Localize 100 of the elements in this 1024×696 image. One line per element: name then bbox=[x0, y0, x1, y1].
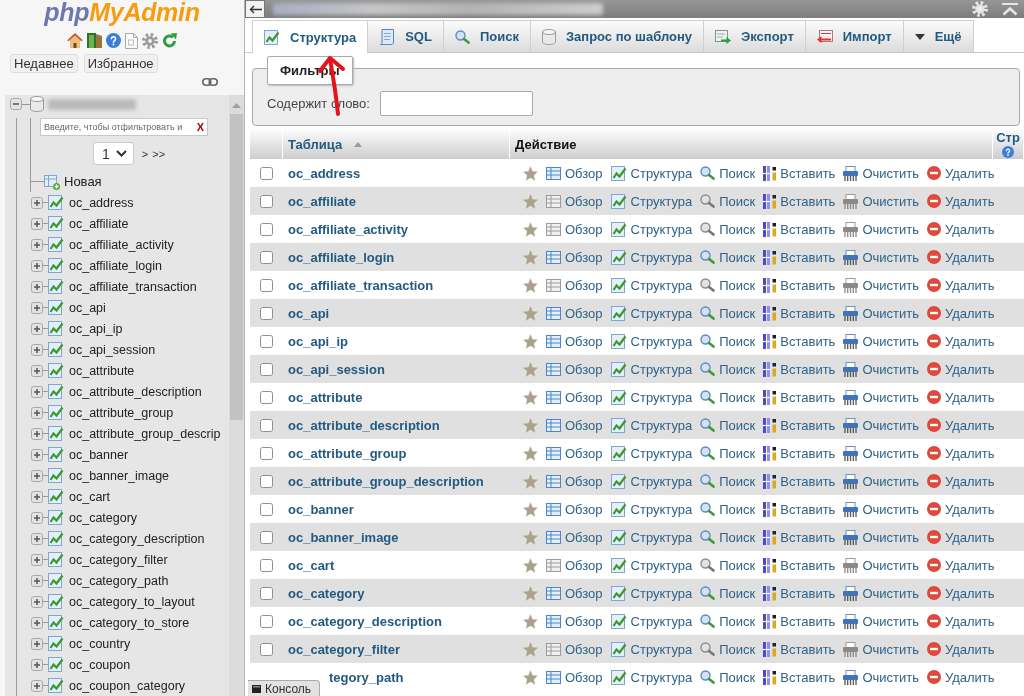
browse-link[interactable]: Обзор bbox=[546, 529, 603, 545]
column-header-link[interactable]: Таблица bbox=[288, 136, 343, 152]
drop-link[interactable]: Удалить bbox=[926, 417, 995, 433]
tree-item[interactable]: oc_address bbox=[69, 195, 134, 210]
table-name-link[interactable]: oc_category bbox=[288, 585, 365, 601]
expand-icon[interactable] bbox=[31, 343, 43, 356]
expand-icon[interactable] bbox=[31, 385, 43, 398]
insert-link[interactable]: Вставить bbox=[763, 613, 836, 629]
table-name-link[interactable]: oc_banner bbox=[288, 501, 354, 517]
browse-link[interactable]: Обзор bbox=[546, 669, 603, 685]
structure-link[interactable]: Структура bbox=[610, 221, 693, 237]
table-name-link[interactable]: oc_cart bbox=[288, 557, 335, 573]
drop-link[interactable]: Удалить bbox=[926, 669, 995, 685]
console-tab[interactable]: Консоль bbox=[248, 680, 321, 696]
tree-item[interactable]: Новая bbox=[64, 174, 102, 189]
drop-link[interactable]: Удалить bbox=[926, 249, 995, 265]
drop-link[interactable]: Удалить bbox=[926, 445, 995, 461]
search-link[interactable]: Поиск bbox=[700, 473, 756, 489]
browse-link[interactable]: Обзор bbox=[546, 641, 603, 657]
back-button[interactable] bbox=[245, 0, 265, 18]
drop-link[interactable]: Удалить bbox=[926, 585, 995, 601]
tree-item[interactable]: oc_affiliate bbox=[69, 216, 129, 231]
drop-link[interactable]: Удалить bbox=[926, 473, 995, 489]
search-link[interactable]: Поиск bbox=[700, 585, 756, 601]
clear-filter-button[interactable]: X bbox=[196, 121, 204, 133]
star-icon[interactable] bbox=[523, 417, 538, 433]
expand-icon[interactable] bbox=[31, 301, 43, 314]
tree-item[interactable]: oc_api_session bbox=[69, 342, 156, 357]
tree-item[interactable]: oc_category bbox=[69, 510, 138, 525]
row-checkbox[interactable] bbox=[260, 278, 273, 292]
scroll-up-icon[interactable] bbox=[232, 103, 241, 108]
settings-icon[interactable] bbox=[142, 32, 158, 49]
expand-icon[interactable] bbox=[31, 427, 43, 440]
tree-item[interactable]: oc_category_to_store bbox=[69, 615, 190, 630]
drop-link[interactable]: Удалить bbox=[926, 165, 995, 181]
table-name-link[interactable]: oc_api bbox=[288, 305, 330, 321]
structure-link[interactable]: Структура bbox=[610, 249, 693, 265]
tree-item[interactable]: oc_affiliate_login bbox=[69, 258, 162, 273]
expand-icon[interactable] bbox=[31, 322, 43, 335]
tree-item[interactable]: oc_affiliate_transaction bbox=[69, 279, 197, 294]
empty-link[interactable]: Очистить bbox=[843, 529, 919, 545]
row-checkbox[interactable] bbox=[260, 166, 273, 180]
empty-link[interactable]: Очистить bbox=[843, 641, 919, 657]
star-icon[interactable] bbox=[523, 557, 538, 573]
expand-icon[interactable] bbox=[31, 259, 43, 272]
star-icon[interactable] bbox=[523, 445, 538, 461]
search-link[interactable]: Поиск bbox=[700, 333, 756, 349]
row-checkbox[interactable] bbox=[260, 586, 273, 600]
scrollbar[interactable] bbox=[229, 95, 244, 696]
tree-item[interactable]: oc_attribute_group bbox=[69, 405, 174, 420]
browse-link[interactable]: Обзор bbox=[546, 417, 603, 433]
expand-icon[interactable] bbox=[31, 469, 43, 482]
empty-link[interactable]: Очистить bbox=[843, 613, 919, 629]
star-icon[interactable] bbox=[523, 613, 538, 629]
search-link[interactable]: Поиск bbox=[700, 501, 756, 517]
table-name-link[interactable]: oc_affiliate_login bbox=[288, 249, 395, 265]
structure-link[interactable]: Структура bbox=[610, 193, 693, 209]
tab[interactable]: Поиск bbox=[442, 20, 531, 52]
expand-icon[interactable] bbox=[31, 532, 43, 545]
browse-link[interactable]: Обзор bbox=[546, 165, 603, 181]
empty-link[interactable]: Очистить bbox=[843, 333, 919, 349]
expand-icon[interactable] bbox=[31, 595, 43, 608]
tree-item[interactable]: oc_coupon bbox=[69, 657, 131, 672]
insert-link[interactable]: Вставить bbox=[763, 333, 836, 349]
empty-link[interactable]: Очистить bbox=[843, 389, 919, 405]
document-icon[interactable] bbox=[125, 32, 138, 49]
tree-item[interactable]: oc_banner_image bbox=[69, 468, 170, 483]
insert-link[interactable]: Вставить bbox=[763, 221, 836, 237]
star-icon[interactable] bbox=[523, 333, 538, 349]
search-link[interactable]: Поиск bbox=[700, 557, 756, 573]
star-icon[interactable] bbox=[523, 165, 538, 181]
search-link[interactable]: Поиск bbox=[700, 165, 756, 181]
empty-link[interactable]: Очистить bbox=[843, 221, 919, 237]
expand-icon[interactable] bbox=[31, 196, 43, 209]
row-checkbox[interactable] bbox=[260, 502, 273, 516]
tree-item[interactable]: oc_category_description bbox=[69, 531, 205, 546]
page-link[interactable]: > bbox=[141, 147, 149, 160]
insert-link[interactable]: Вставить bbox=[763, 305, 836, 321]
insert-link[interactable]: Вставить bbox=[763, 277, 836, 293]
tab[interactable]: SQL bbox=[367, 20, 444, 52]
tree-item[interactable]: oc_attribute bbox=[69, 363, 135, 378]
row-checkbox[interactable] bbox=[260, 390, 273, 404]
table-name-link[interactable]: oc_address bbox=[288, 165, 361, 181]
row-checkbox[interactable] bbox=[260, 558, 273, 572]
structure-link[interactable]: Структура bbox=[610, 501, 693, 517]
drop-link[interactable]: Удалить bbox=[926, 557, 995, 573]
empty-link[interactable]: Очистить bbox=[843, 305, 919, 321]
browse-link[interactable]: Обзор bbox=[546, 361, 603, 377]
search-link[interactable]: Поиск bbox=[700, 613, 756, 629]
tab[interactable]: Экспорт bbox=[703, 20, 806, 52]
structure-link[interactable]: Структура bbox=[610, 305, 693, 321]
row-checkbox[interactable] bbox=[260, 194, 273, 208]
star-icon[interactable] bbox=[523, 529, 538, 545]
search-link[interactable]: Поиск bbox=[700, 417, 756, 433]
insert-link[interactable]: Вставить bbox=[763, 529, 836, 545]
table-name-link[interactable]: oc_api_session bbox=[288, 361, 385, 377]
drop-link[interactable]: Удалить bbox=[926, 221, 995, 237]
expand-icon[interactable] bbox=[31, 490, 43, 503]
empty-link[interactable]: Очистить bbox=[843, 277, 919, 293]
word-input[interactable] bbox=[379, 91, 533, 116]
